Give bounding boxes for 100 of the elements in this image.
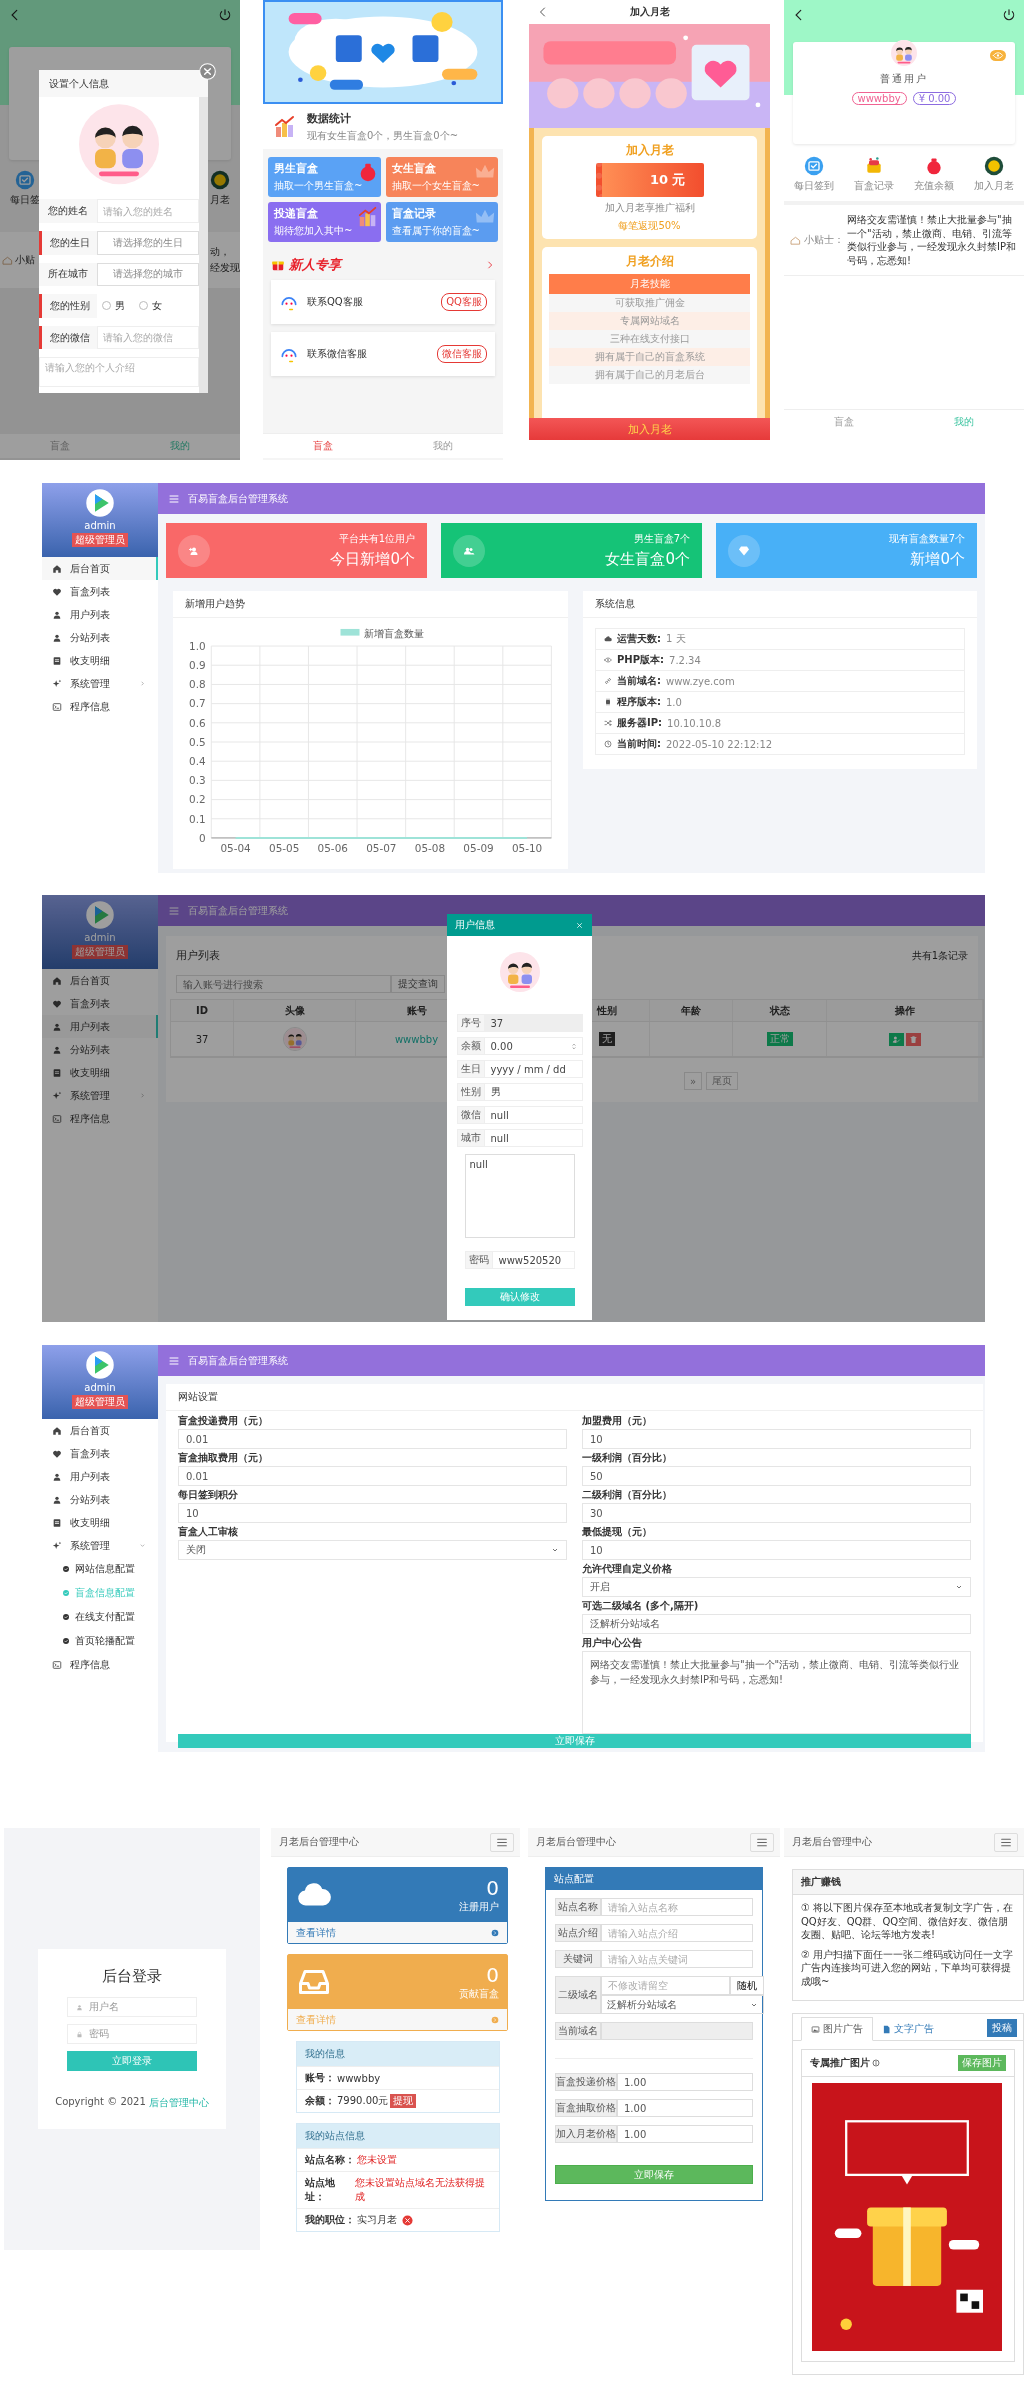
input-field[interactable]: 50	[582, 1466, 971, 1486]
contact-button[interactable]: QQ客服	[441, 293, 487, 311]
input-field[interactable]: 请输入您的姓名	[97, 199, 199, 224]
column-header: 年龄	[650, 1000, 733, 1021]
column-header: ID	[171, 1000, 234, 1021]
submit-button[interactable]: 投稿	[987, 2019, 1017, 2037]
sidebar-item[interactable]: 盲盒列表	[42, 580, 158, 603]
input-field[interactable]: 泛解析分站域名	[582, 1614, 971, 1634]
app-title: 百易盲盒后台管理系统	[188, 1353, 288, 1368]
select-field[interactable]: 泛解析分站域名	[601, 1995, 764, 2014]
sidebar-item[interactable]: 系统管理	[42, 1084, 158, 1107]
submenu-item[interactable]: 网站信息配置	[42, 1557, 158, 1581]
axis-tick-label: 1.0	[189, 639, 206, 652]
sidebar-item[interactable]: 后台首页	[42, 1419, 158, 1442]
select-field[interactable]: 请选择您的城市	[97, 262, 199, 287]
sidebar-item[interactable]: 用户列表	[42, 603, 158, 626]
input-field[interactable]: 城市 null	[456, 1129, 583, 1147]
input-field[interactable]: 0.01	[178, 1466, 567, 1486]
info-value: 您未设置站点域名无法获得提成	[355, 2176, 487, 2204]
input-field[interactable]: 10	[582, 1429, 971, 1449]
sidebar-item[interactable]: 后台首页	[42, 557, 158, 580]
sidebar-item[interactable]: 程序信息	[42, 695, 158, 718]
stat-value: 0	[486, 1963, 499, 1987]
random-button[interactable]: 随机	[730, 1976, 764, 1995]
radio-option[interactable]: 男	[102, 299, 125, 313]
input-field[interactable]: 1.00	[617, 2125, 753, 2143]
input-field[interactable]: 请输入您的微信	[97, 325, 199, 350]
radio-option[interactable]: 女	[139, 299, 162, 313]
info-value: wwwbby	[337, 2072, 381, 2084]
card-title: 月老介绍	[625, 253, 674, 270]
app-title: 百易盲盒后台管理系统	[188, 903, 288, 918]
contact-label: 联系QQ客服	[307, 295, 364, 309]
instruction-text: ② 用户扫描下面任一一张二维码或访问任一文字广告内连接均可进入您的网站，下单均可获得提成哦~	[801, 1947, 1015, 1988]
contact-button[interactable]: 微信客服	[437, 345, 487, 363]
input-field[interactable]: 10	[582, 1540, 971, 1560]
sidebar-item[interactable]: 分站列表	[42, 626, 158, 649]
details-link[interactable]: 查看详情	[296, 1925, 336, 1940]
stats-title: 数据统计	[307, 110, 352, 126]
shortcut-label[interactable]: 加入月老	[974, 179, 1014, 193]
skill-row: 拥有属于自己的盲盒系统	[549, 348, 750, 366]
field-label: 盲盒人工审核	[178, 1526, 239, 1538]
input-field[interactable]: 1.00	[617, 2073, 753, 2091]
sidebar-item[interactable]: 后台首页	[42, 969, 158, 992]
input-field[interactable]: 请输入站点关键词	[601, 1950, 753, 1968]
sidebar-item[interactable]: 收支明细	[42, 649, 158, 672]
sidebar-item[interactable]: 分站列表	[42, 1038, 158, 1061]
shortcut-label[interactable]: 充值余额	[914, 179, 954, 193]
search-field[interactable]: 输入账号进行搜索	[176, 975, 391, 993]
category-tile[interactable]: 投递盲盒 期待您加入其中~	[268, 202, 381, 242]
input-field[interactable]: 1.00	[617, 2099, 753, 2117]
password-field[interactable]: 密码 www520520	[464, 1251, 575, 1269]
input-field[interactable]: 30	[582, 1503, 971, 1523]
tab[interactable]: 图片广告	[801, 2017, 873, 2041]
input-field[interactable]: 生日 yyyy / mm / dd	[456, 1060, 583, 1078]
input-field[interactable]: 余额 0.00	[456, 1037, 583, 1055]
sidebar-item[interactable]: 盲盒列表	[42, 1442, 158, 1465]
info-label: 当前域名:	[617, 674, 661, 688]
submenu-item[interactable]: 在线支付配置	[42, 1605, 158, 1629]
sidebar-item[interactable]: 用户列表	[42, 1465, 158, 1488]
shortcut-label[interactable]: 月老	[210, 193, 230, 207]
select-field[interactable]: 关闭	[178, 1540, 567, 1560]
tab[interactable]: 文字广告	[873, 2018, 943, 2040]
field-label: 关键词	[555, 1950, 601, 1968]
input-field[interactable]: 请输入站点名称	[601, 1898, 753, 1916]
axis-tick-label: 0.7	[189, 697, 206, 710]
search-button[interactable]: 提交查询	[391, 975, 445, 993]
input-field[interactable]: 10	[178, 1503, 567, 1523]
textarea-field[interactable]: null	[464, 1154, 575, 1238]
sidebar-item[interactable]: 收支明细	[42, 1511, 158, 1534]
withdraw-button[interactable]: 提现	[390, 2094, 417, 2108]
intro-field[interactable]: 请输入您的个人介绍	[39, 357, 199, 387]
select-field[interactable]: 请选择您的生日	[97, 231, 199, 255]
textarea-field[interactable]: 网络交友需谨慎！禁止大批量参与"抽一个"活动，禁止微商、电销、引流等类似行业参与，一经发现永久封禁IP和号码，忘悉知!	[582, 1651, 971, 1734]
info-label: 程序版本:	[617, 695, 661, 709]
section-title: 新人专享	[289, 256, 344, 274]
submenu-item[interactable]: 首页轮播配置	[42, 1629, 158, 1653]
stat-label: 注册用户	[459, 1900, 499, 1914]
login-title: 后台登录	[102, 1967, 162, 1986]
input-field[interactable]: 0.01	[178, 1429, 567, 1449]
sidebar-item[interactable]: 系统管理	[42, 672, 158, 695]
info-label: 余额：	[305, 2094, 335, 2108]
nav-tab[interactable]: 盲盒	[303, 437, 343, 455]
shortcut-label[interactable]: 每日签	[10, 193, 40, 207]
select-field[interactable]: 开启	[582, 1577, 971, 1597]
sidebar-item[interactable]: 程序信息	[42, 1107, 158, 1130]
input-field[interactable]: 不修改请留空	[601, 1976, 730, 1995]
sidebar-item[interactable]: 收支明细	[42, 1061, 158, 1084]
shortcut-label[interactable]: 盲盒记录	[854, 179, 894, 193]
input-field[interactable]: 微信 null	[456, 1106, 583, 1124]
field-label: 您的姓名	[47, 204, 89, 219]
axis-tick-label: 0.1	[189, 812, 206, 825]
skill-row: 三种在线支付接口	[549, 330, 750, 348]
input-field[interactable]: 性别 男	[456, 1083, 583, 1101]
sidebar-item[interactable]: 系统管理	[42, 1534, 158, 1557]
sidebar-item[interactable]: 盲盒列表	[42, 992, 158, 1015]
sidebar-item[interactable]: 用户列表	[42, 1015, 158, 1038]
input-field[interactable]: 请输入站点介绍	[601, 1924, 753, 1942]
sidebar-item[interactable]: 程序信息	[42, 1653, 158, 1676]
sidebar-item[interactable]: 分站列表	[42, 1488, 158, 1511]
shortcut-label[interactable]: 每日签到	[794, 179, 834, 193]
